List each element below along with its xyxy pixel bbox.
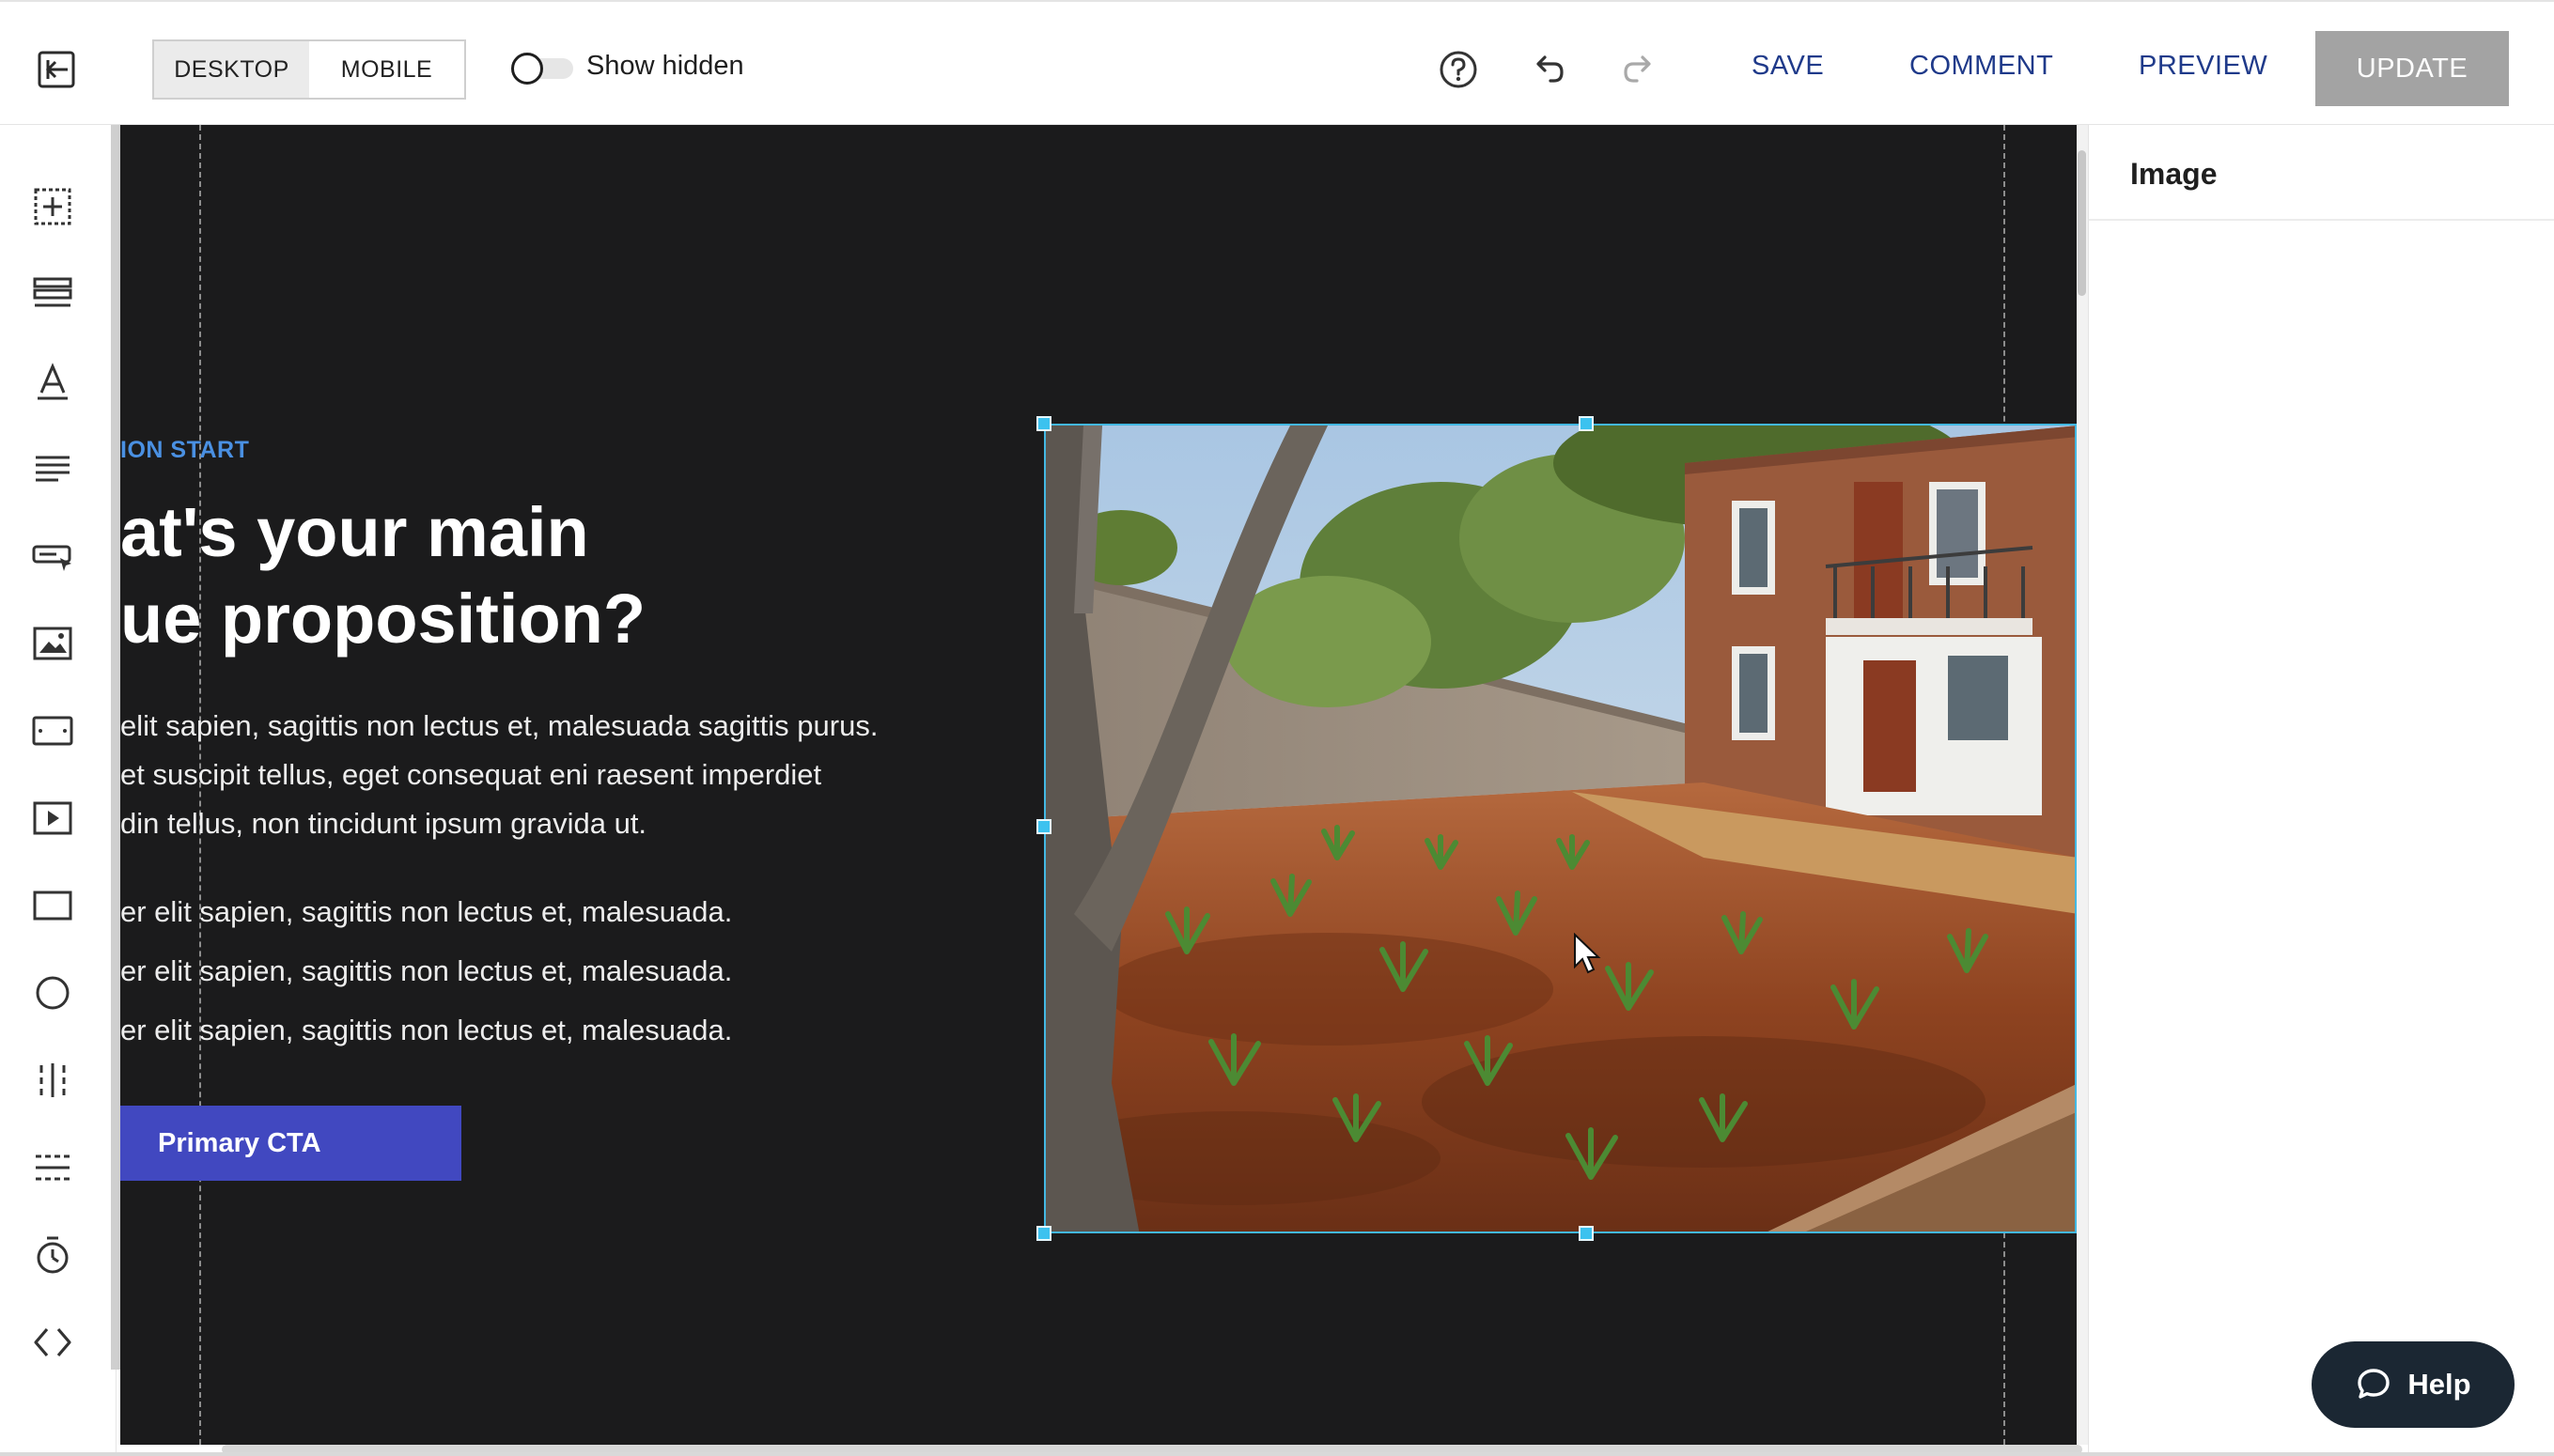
body-line: et suscipit tellus, eget consequat eni r…	[120, 758, 822, 791]
spacer-tool[interactable]	[24, 703, 81, 759]
preview-button[interactable]: PREVIEW	[2139, 51, 2267, 82]
add-section-icon	[34, 188, 71, 225]
device-toggle: DESKTOP MOBILE	[152, 39, 466, 100]
image-icon	[33, 627, 72, 660]
undo-button[interactable]	[1522, 43, 1575, 96]
update-button[interactable]: UPDATE	[2315, 31, 2509, 106]
image-tool[interactable]	[24, 615, 81, 672]
resize-handle-top-center[interactable]	[1579, 416, 1594, 431]
resize-handle-bottom-center[interactable]	[1579, 1226, 1594, 1241]
paragraph-icon	[36, 456, 70, 482]
hero-headline[interactable]: at's your main ue proposition?	[120, 489, 646, 662]
circle-icon	[36, 976, 70, 1010]
button-icon	[32, 545, 71, 571]
exit-editor-icon	[38, 51, 75, 88]
heading-tool[interactable]	[24, 353, 81, 410]
divider-tool[interactable]	[24, 1139, 81, 1196]
code-tool[interactable]	[24, 1314, 81, 1371]
resize-handle-bottom-left[interactable]	[1036, 1226, 1051, 1241]
garden-photo	[1046, 426, 2075, 1231]
primary-cta-button[interactable]: Primary CTA	[120, 1106, 461, 1181]
divider-icon	[36, 1154, 70, 1181]
canvas-scrollbar-track	[2077, 125, 2088, 1445]
spacer-icon	[32, 716, 73, 746]
bullet-item: er elit sapien, sagittis non lectus et, …	[120, 1014, 733, 1046]
editor-toolbar: DESKTOP MOBILE Show hidden SAVE COMMENT …	[0, 0, 2554, 125]
redo-icon	[1624, 55, 1651, 83]
save-button[interactable]: SAVE	[1752, 51, 1824, 82]
body-line: din tellus, non tincidunt ipsum gravida …	[120, 807, 647, 840]
heading-icon	[38, 363, 68, 400]
headline-line: ue proposition?	[120, 580, 646, 658]
exit-editor-button[interactable]	[34, 49, 79, 90]
show-hidden-label: Show hidden	[586, 51, 744, 81]
element-toolbar	[0, 125, 117, 1456]
rail-edge	[111, 125, 120, 1370]
resize-handle-top-left[interactable]	[1036, 416, 1051, 431]
add-section-tool[interactable]	[24, 178, 81, 235]
help-button[interactable]	[1432, 43, 1485, 96]
column-divider-icon	[39, 1063, 66, 1097]
bullet-item: er elit sapien, sagittis non lectus et, …	[120, 954, 733, 987]
canvas-vertical-scrollbar[interactable]	[2078, 150, 2086, 296]
help-label: Help	[2407, 1368, 2471, 1401]
rows-tool[interactable]	[24, 266, 81, 322]
window-bottom-edge	[0, 1452, 2554, 1456]
rows-icon	[33, 277, 72, 307]
body-line: elit sapien, sagittis non lectus et, mal…	[120, 709, 879, 742]
box-icon	[33, 891, 72, 921]
paragraph-tool[interactable]	[24, 441, 81, 497]
comment-button[interactable]: COMMENT	[1909, 51, 2053, 82]
toggle-knob	[511, 53, 543, 85]
hero-bullet-list[interactable]: er elit sapien, sagittis non lectus et, …	[120, 882, 732, 1060]
section-eyebrow[interactable]: ION START	[120, 437, 249, 464]
box-tool[interactable]	[24, 877, 81, 934]
chat-bubble-icon	[2358, 1369, 2390, 1399]
resize-handle-middle-left[interactable]	[1036, 819, 1051, 834]
redo-button[interactable]	[1612, 43, 1665, 96]
column-divider-tool[interactable]	[24, 1052, 81, 1108]
timer-icon	[37, 1236, 69, 1274]
video-icon	[33, 801, 72, 835]
question-circle-icon	[1440, 51, 1477, 88]
code-icon	[34, 1327, 71, 1357]
show-hidden-toggle[interactable]	[511, 53, 573, 85]
selected-image[interactable]	[1044, 424, 2077, 1233]
bullet-item: er elit sapien, sagittis non lectus et, …	[120, 895, 733, 928]
timer-tool[interactable]	[24, 1227, 81, 1283]
mouse-cursor-icon	[1574, 933, 1601, 974]
panel-divider	[2089, 219, 2554, 221]
headline-line: at's your main	[120, 493, 589, 571]
mobile-mode-button[interactable]: MOBILE	[309, 41, 464, 98]
hero-body-text[interactable]: elit sapien, sagittis non lectus et, mal…	[120, 702, 878, 848]
circle-tool[interactable]	[24, 965, 81, 1021]
editor-canvas[interactable]: ION START at's your main ue proposition?…	[120, 125, 2077, 1445]
desktop-mode-button[interactable]: DESKTOP	[154, 41, 309, 98]
video-tool[interactable]	[24, 790, 81, 846]
undo-icon	[1536, 55, 1564, 83]
button-tool[interactable]	[24, 528, 81, 584]
properties-panel: Image	[2088, 125, 2554, 1456]
help-chat-button[interactable]: Help	[2312, 1341, 2515, 1428]
panel-title: Image	[2130, 157, 2218, 191]
